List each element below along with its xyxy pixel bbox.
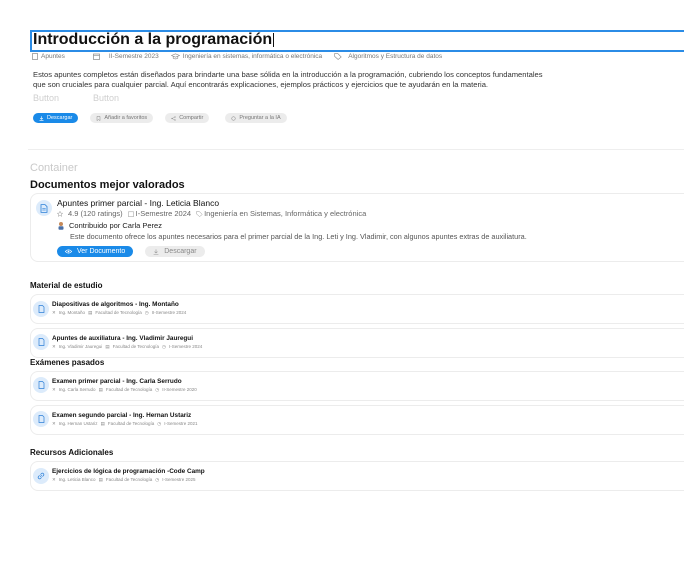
ghost-button-label: Button <box>33 93 60 103</box>
meta-type: Apuntes <box>32 53 65 60</box>
file-icon <box>38 415 44 423</box>
list-item-title[interactable]: Apuntes de auxiliatura - Ing. Vladimir J… <box>52 335 193 342</box>
file-icon <box>38 338 44 346</box>
list-item[interactable] <box>30 294 684 324</box>
calendar-icon <box>127 211 134 217</box>
calendar-icon: ◷ <box>144 310 149 315</box>
tag-icon <box>196 210 203 217</box>
list-item[interactable] <box>30 405 684 435</box>
calendar-icon: ◷ <box>155 477 160 482</box>
section-title-top-rated: Documentos mejor valorados <box>30 179 185 191</box>
add-favorite-button[interactable]: Añadir a favoritos <box>90 113 154 123</box>
list-item[interactable] <box>30 371 684 401</box>
link-icon-badge <box>33 468 49 484</box>
contributor-avatar-icon <box>57 221 65 230</box>
document-icon-badge <box>36 200 52 216</box>
building-icon: ▤ <box>98 387 103 392</box>
author-icon: ✕ <box>52 310 56 315</box>
eye-icon <box>65 249 72 254</box>
link-icon <box>37 472 45 480</box>
building-icon: ▤ <box>88 310 93 315</box>
container-label: Container <box>30 162 78 174</box>
author-icon: ✕ <box>52 344 56 349</box>
featured-contributor: Contribuido por Carla Perez <box>57 221 162 230</box>
file-icon <box>38 381 44 389</box>
graduation-cap-icon <box>170 53 180 60</box>
author-icon: ✕ <box>52 477 56 482</box>
list-item[interactable] <box>30 328 684 358</box>
file-icon <box>40 203 48 213</box>
building-icon: ▤ <box>105 344 110 349</box>
list-item-meta: ✕ Ing. Leticia Blanco ▤ Facultad de Tecnol… <box>52 477 196 482</box>
section-title-study-material: Material de estudio <box>30 281 103 290</box>
document-icon-badge <box>33 377 49 393</box>
author-icon: ✕ <box>52 387 56 392</box>
calendar-icon: ◷ <box>162 344 166 349</box>
section-title-additional: Recursos Adicionales <box>30 448 114 457</box>
share-button[interactable]: Compartir <box>165 113 210 123</box>
ask-ai-button[interactable]: Preguntar a la IA <box>225 113 287 123</box>
tag-icon <box>334 53 342 60</box>
building-icon: ▤ <box>100 421 105 426</box>
document-icon-badge <box>33 411 49 427</box>
document-meta: Apuntes II-Semestre 2023 Ingeniería en s… <box>32 53 442 60</box>
list-item-meta: ✕ Ing. Montaño ▤ Facultad de Tecnología ◷ I… <box>52 310 187 315</box>
calendar-icon: ◷ <box>155 387 160 392</box>
download-icon <box>153 248 159 255</box>
download-button[interactable]: Descargar <box>33 113 79 123</box>
calendar-icon: ◷ <box>157 421 162 426</box>
featured-document-description: Este documento ofrece los apuntes necesa… <box>70 232 527 241</box>
featured-download-button[interactable]: Descargar <box>145 246 205 257</box>
bookmark-icon <box>96 115 101 121</box>
divider <box>28 149 684 150</box>
list-item[interactable] <box>30 461 684 491</box>
star-icon <box>57 210 63 217</box>
document-icon <box>32 53 38 60</box>
list-item-meta: ✕ Ing. Hernan Ustariz ▤ Facultad de Tecnol… <box>52 421 198 426</box>
share-icon <box>171 115 176 121</box>
list-item-title[interactable]: Ejercicios de lógica de programación -Co… <box>52 468 205 475</box>
list-item-meta: ✕ Ing. Vladimir Jauregui ▤ Facultad de Tec… <box>52 344 203 349</box>
list-item-title[interactable]: Examen segundo parcial - Ing. Hernan Ust… <box>52 412 191 419</box>
featured-document-title[interactable]: Apuntes primer parcial - Ing. Leticia Bl… <box>57 198 219 208</box>
meta-career: Ingeniería en sistemas, informática o el… <box>170 53 322 60</box>
author-icon: ✕ <box>52 421 56 426</box>
view-document-button[interactable]: Ver Documento <box>57 246 134 257</box>
document-actions: Descargar Añadir a favoritos Compartir P… <box>33 113 287 123</box>
featured-document-actions: Ver Documento Descargar <box>57 246 205 257</box>
file-icon <box>38 305 44 313</box>
meta-semester: II-Semestre 2023 <box>93 53 159 60</box>
calendar-icon <box>93 53 100 60</box>
ghost-button-label: Button <box>93 93 120 103</box>
document-icon-badge <box>33 334 49 350</box>
list-item-meta: ✕ Ing. Carla Serrudo ▤ Facultad de Tecnolo… <box>52 387 197 392</box>
list-item-title[interactable]: Diapositivas de algoritmos - Ing. Montañ… <box>52 301 179 308</box>
download-icon <box>39 115 44 121</box>
text-caret <box>273 32 275 47</box>
building-icon: ▤ <box>98 477 103 482</box>
page-title[interactable]: Introducción a la programación <box>33 31 275 49</box>
section-title-past-exams: Exámenes pasados <box>30 358 105 367</box>
meta-subject: Algoritmos y Estructura de datos <box>334 53 442 60</box>
document-description: Estos apuntes completos están diseñados … <box>33 70 543 90</box>
list-item-title[interactable]: Examen primer parcial - Ing. Carla Serru… <box>52 378 182 385</box>
document-icon-badge <box>33 301 49 317</box>
featured-document-meta: 4.9 (120 ratings) I-Semestre 2024 Ingeni… <box>57 209 366 218</box>
sparkle-icon <box>231 115 236 121</box>
